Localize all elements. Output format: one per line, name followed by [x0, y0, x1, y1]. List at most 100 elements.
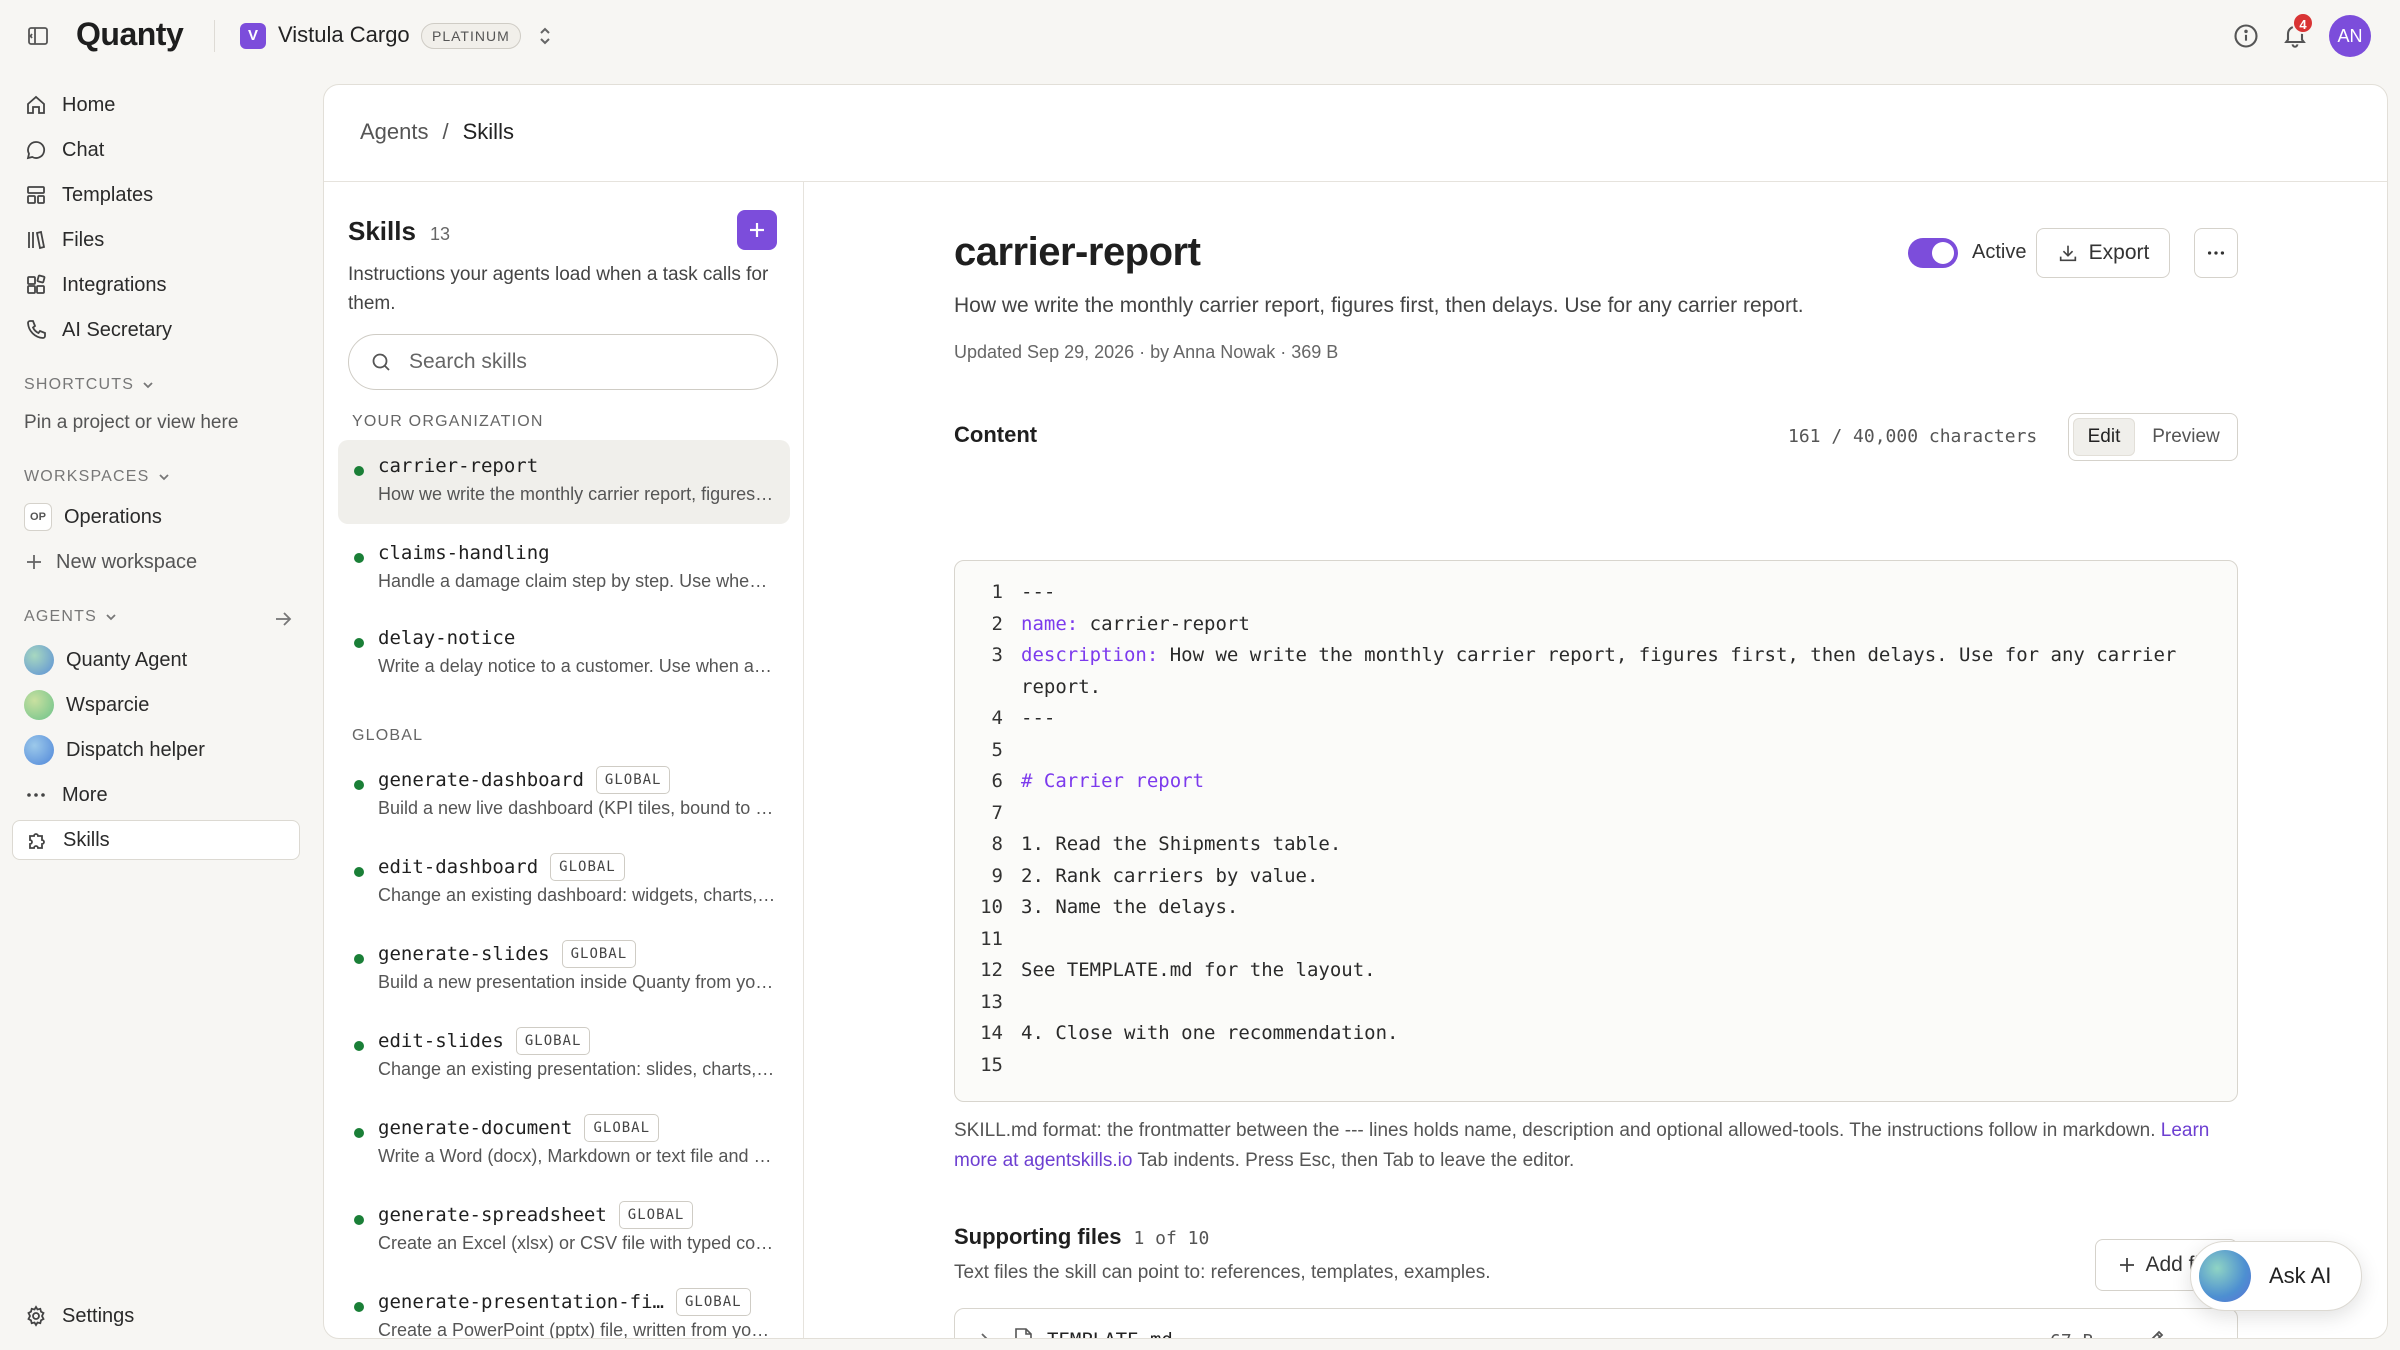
skill-item-generate-presentation-file[interactable]: generate-presentation-fi… GLOBAL Create a… — [338, 1276, 790, 1338]
tab-edit[interactable]: Edit — [2073, 418, 2135, 456]
global-tag: GLOBAL — [515, 1027, 591, 1055]
code-line: 3. Name the delays. — [1021, 896, 1239, 918]
workspace-item-operations[interactable]: OP Operations — [12, 497, 300, 537]
skill-title: carrier-report — [954, 230, 1201, 274]
sidebar-item-chat[interactable]: Chat — [12, 130, 300, 170]
supporting-files-description: Text files the skill can point to: refer… — [954, 1262, 1491, 1283]
agents-header[interactable]: AGENTS — [24, 608, 119, 626]
code-line: 2. Rank carriers by value. — [1021, 864, 1319, 887]
help-text: SKILL.md format: the frontmatter between… — [954, 1120, 2161, 1141]
skill-item-edit-dashboard[interactable]: edit-dashboard GLOBAL Change an existing … — [338, 841, 790, 925]
section-label: AGENTS — [24, 608, 97, 625]
skill-name: edit-dashboard — [378, 856, 539, 878]
workspaces-header[interactable]: WORKSPACES — [24, 468, 172, 486]
agent-item-dispatch-helper[interactable]: Dispatch helper — [12, 730, 300, 770]
main-panel: Agents / Skills Skills 13 Instructions y… — [323, 84, 2388, 1339]
user-avatar[interactable]: AN — [2329, 15, 2371, 57]
code-line: name: carrier-report — [1021, 613, 1250, 635]
status-dot — [354, 1128, 364, 1138]
sidebar-item-settings[interactable]: Settings — [12, 1296, 300, 1336]
skill-item-generate-spreadsheet[interactable]: generate-spreadsheet GLOBAL Create an Exc… — [338, 1189, 790, 1273]
export-button[interactable]: Export — [2036, 228, 2170, 278]
add-skill-button[interactable] — [737, 210, 777, 250]
org-name[interactable]: Vistula Cargo — [278, 22, 410, 48]
code-editor[interactable]: 1 --- 2 name: carrier-report 3 description: H… — [954, 560, 2238, 1102]
shortcuts-empty-text: Pin a project or view here — [24, 412, 239, 433]
tab-preview[interactable]: Preview — [2139, 418, 2233, 456]
section-label: WORKSPACES — [24, 468, 150, 485]
file-icon — [1015, 1328, 1032, 1338]
chevron-up-down-icon[interactable] — [533, 24, 557, 48]
workspace-label: Operations — [64, 505, 162, 528]
skill-description: Write a delay notice to a customer. Use … — [378, 656, 776, 676]
section-label: SHORTCUTS — [24, 376, 135, 393]
agent-label: Dispatch helper — [66, 738, 205, 761]
skill-item-claims-handling[interactable]: claims-handling Handle a damage claim st… — [338, 527, 790, 611]
code-line: --- — [1021, 581, 1056, 603]
plan-badge: PLATINUM — [421, 23, 521, 49]
skill-description: How we write the monthly carrier report,… — [378, 484, 776, 504]
chevron-down-icon — [106, 614, 116, 621]
shortcuts-header[interactable]: SHORTCUTS — [24, 376, 156, 394]
skill-item-delay-notice[interactable]: delay-notice Write a delay notice to a c… — [338, 612, 790, 696]
supporting-files-count: 1 of 10 — [1133, 1228, 1210, 1249]
arrow-right-icon[interactable] — [272, 608, 294, 630]
sidebar-item-integrations[interactable]: Integrations — [12, 265, 300, 305]
skills-title-text: Skills — [348, 216, 416, 246]
breadcrumb-agents[interactable]: Agents — [360, 119, 429, 145]
file-row[interactable]: TEMPLATE.md 67 B — [954, 1308, 2238, 1339]
line-number: 3 — [991, 644, 1003, 666]
line-number: 4 — [991, 707, 1003, 729]
info-icon[interactable] — [2232, 22, 2260, 50]
skill-description: Build a new presentation inside Quanty f… — [378, 972, 776, 992]
sidebar-item-skills[interactable]: Skills — [12, 820, 300, 860]
new-workspace-button[interactable]: New workspace — [12, 542, 300, 582]
content-label: Content — [954, 422, 1038, 447]
pencil-icon[interactable] — [2143, 1327, 2167, 1339]
file-size: 67 B — [2050, 1331, 2093, 1338]
sidebar-item-ai-secretary[interactable]: AI Secretary — [12, 310, 300, 350]
code-line: 1. Read the Shipments table. — [1021, 833, 1342, 855]
agent-item-wsparcie[interactable]: Wsparcie — [12, 685, 300, 725]
sidebar-item-templates[interactable]: Templates — [12, 175, 300, 215]
app-logo[interactable]: Quanty — [76, 16, 184, 53]
code-line: 4. Close with one recommendation. — [1021, 1022, 1399, 1044]
home-icon — [27, 95, 45, 114]
chevron-right-icon[interactable] — [975, 1330, 995, 1339]
skill-item-generate-document[interactable]: generate-document GLOBAL Write a Word (do… — [338, 1102, 790, 1186]
help-text-after: Tab indents. Press Esc, then Tab to leav… — [1132, 1150, 1575, 1171]
ask-ai-button[interactable]: Ask AI — [2190, 1241, 2362, 1311]
line-number: 11 — [980, 927, 1003, 950]
search-input[interactable]: Search skills — [348, 334, 778, 390]
skill-item-generate-slides[interactable]: generate-slides GLOBAL Build a new presen… — [338, 928, 790, 1012]
skill-item-edit-slides[interactable]: edit-slides GLOBAL Change an existing pre… — [338, 1015, 790, 1099]
sidebar-item-label: Integrations — [62, 273, 167, 296]
skill-item-carrier-report[interactable]: carrier-report How we write the monthly … — [338, 440, 790, 524]
agent-item-quanty-agent[interactable]: Quanty Agent — [12, 640, 300, 680]
more-options-button[interactable] — [2194, 228, 2238, 278]
skill-description-text: How we write the monthly carrier report,… — [954, 294, 1804, 317]
code-line: --- — [1021, 707, 1056, 729]
active-toggle[interactable] — [1908, 238, 1958, 268]
breadcrumb-separator: / — [442, 119, 449, 144]
agents-more-button[interactable]: More — [12, 775, 300, 815]
skill-item-generate-dashboard[interactable]: generate-dashboard GLOBAL Build a new liv… — [338, 754, 790, 838]
status-dot — [354, 466, 364, 476]
active-label: Active — [1972, 241, 2027, 263]
plus-icon — [750, 223, 764, 237]
line-number: 2 — [991, 612, 1003, 635]
search-placeholder: Search skills — [409, 350, 527, 373]
sidebar-item-files[interactable]: Files — [12, 220, 300, 260]
sidebar-item-home[interactable]: Home — [12, 85, 300, 125]
skill-name: generate-dashboard — [378, 769, 584, 791]
sidebar-item-label: Chat — [62, 138, 105, 161]
status-dot — [354, 1041, 364, 1051]
chat-icon — [26, 141, 46, 160]
sidebar-item-label: Files — [62, 228, 105, 251]
org-avatar[interactable]: V — [240, 23, 266, 49]
sidebar-toggle-icon[interactable] — [26, 24, 50, 48]
skill-description: Create an Excel (xlsx) or CSV file with … — [378, 1233, 776, 1253]
more-horizontal-icon — [2207, 251, 2225, 255]
new-workspace-label: New workspace — [56, 550, 198, 573]
skill-meta: Updated Sep 29, 2026 · by Anna Nowak · 3… — [954, 342, 1339, 362]
